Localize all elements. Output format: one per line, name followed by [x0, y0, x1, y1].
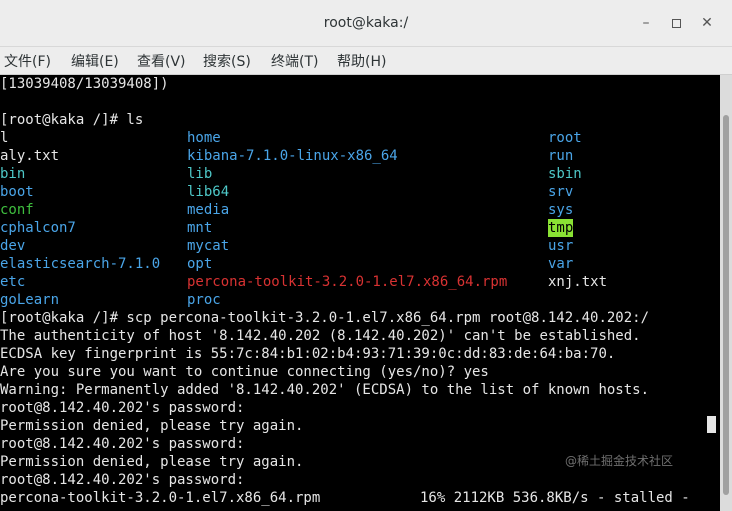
terminal-output[interactable]: [13039408/13039408]) [root@kaka /]# ls l… — [0, 75, 720, 511]
ls-entry: sys — [548, 202, 574, 218]
ls-entry: mnt — [187, 220, 213, 236]
minimize-icon[interactable]: – — [638, 15, 654, 31]
terminal-line-prompt-ls: [root@kaka /]# ls — [0, 112, 144, 128]
transfer-progress: 16% 2112KB 536.8KB/s - stalled - — [420, 490, 690, 506]
terminal-line: ECDSA key fingerprint is 55:7c:84:b1:02:… — [0, 346, 616, 362]
ls-entry: usr — [548, 238, 574, 254]
watermark: @稀土掘金技术社区 — [565, 454, 674, 468]
ls-entry: mycat — [187, 238, 230, 254]
terminal-line: The authenticity of host '8.142.40.202 (… — [0, 328, 641, 344]
menu-view[interactable]: 查看(V) — [137, 51, 186, 71]
ls-entry: opt — [187, 256, 213, 272]
transfer-filename: percona-toolkit-3.2.0-1.el7.x86_64.rpm — [0, 490, 321, 506]
menu-bar: 文件(F) 编辑(E) 查看(V) 搜索(S) 终端(T) 帮助(H) — [0, 47, 732, 75]
terminal-line: Warning: Permanently added '8.142.40.202… — [0, 382, 650, 398]
terminal-line: root@8.142.40.202's password: — [0, 400, 245, 416]
ls-entry: lib64 — [187, 184, 230, 200]
ls-entry: media — [187, 202, 230, 218]
title-bar[interactable]: root@kaka:/ – ✕ — [0, 0, 732, 47]
terminal-cursor — [707, 416, 716, 433]
ls-entry: percona-toolkit-3.2.0-1.el7.x86_64.rpm — [187, 274, 508, 290]
terminal-line: root@8.142.40.202's password: — [0, 436, 245, 452]
ls-entry: goLearn — [0, 292, 60, 308]
ls-entry: lib — [187, 166, 213, 182]
window-title: root@kaka:/ — [323, 15, 409, 31]
terminal-line: Are you sure you want to continue connec… — [0, 364, 489, 380]
terminal-line: Permission denied, please try again. — [0, 418, 304, 434]
ls-entry: tmp — [548, 219, 574, 237]
maximize-icon[interactable] — [668, 15, 684, 31]
ls-entry: home — [187, 130, 221, 146]
terminal-line: Permission denied, please try again. — [0, 454, 304, 470]
terminal-window: root@kaka:/ – ✕ 文件(F) 编辑(E) 查看(V) 搜索(S) … — [0, 0, 732, 511]
ls-entry: elasticsearch-7.1.0 — [0, 256, 161, 272]
ls-entry: boot — [0, 184, 34, 200]
ls-entry: srv — [548, 184, 574, 200]
menu-search[interactable]: 搜索(S) — [203, 51, 251, 71]
ls-entry: var — [548, 256, 574, 272]
ls-entry: l — [0, 130, 9, 146]
terminal-line: root@8.142.40.202's password: — [0, 472, 245, 488]
terminal-line: [13039408/13039408]) — [0, 76, 169, 92]
ls-entry: sbin — [548, 166, 582, 182]
ls-entry: aly.txt — [0, 148, 60, 164]
ls-entry: proc — [187, 292, 221, 308]
ls-entry: bin — [0, 166, 26, 182]
ls-entry: xnj.txt — [548, 274, 608, 290]
terminal-scrollbar[interactable] — [720, 75, 732, 511]
ls-entry: kibana-7.1.0-linux-x86_64 — [187, 148, 398, 164]
terminal-line-prompt-scp: [root@kaka /]# scp percona-toolkit-3.2.0… — [0, 310, 650, 326]
close-icon[interactable]: ✕ — [699, 15, 715, 31]
ls-entry: root — [548, 130, 582, 146]
ls-entry: cphalcon7 — [0, 220, 76, 236]
menu-terminal[interactable]: 终端(T) — [271, 51, 318, 71]
ls-entry: run — [548, 148, 574, 164]
ls-entry: etc — [0, 274, 26, 290]
ls-entry: dev — [0, 238, 26, 254]
menu-file[interactable]: 文件(F) — [4, 51, 51, 71]
ls-entry: conf — [0, 202, 34, 218]
menu-edit[interactable]: 编辑(E) — [71, 51, 119, 71]
menu-help[interactable]: 帮助(H) — [337, 51, 386, 71]
scrollbar-thumb[interactable] — [723, 115, 729, 495]
